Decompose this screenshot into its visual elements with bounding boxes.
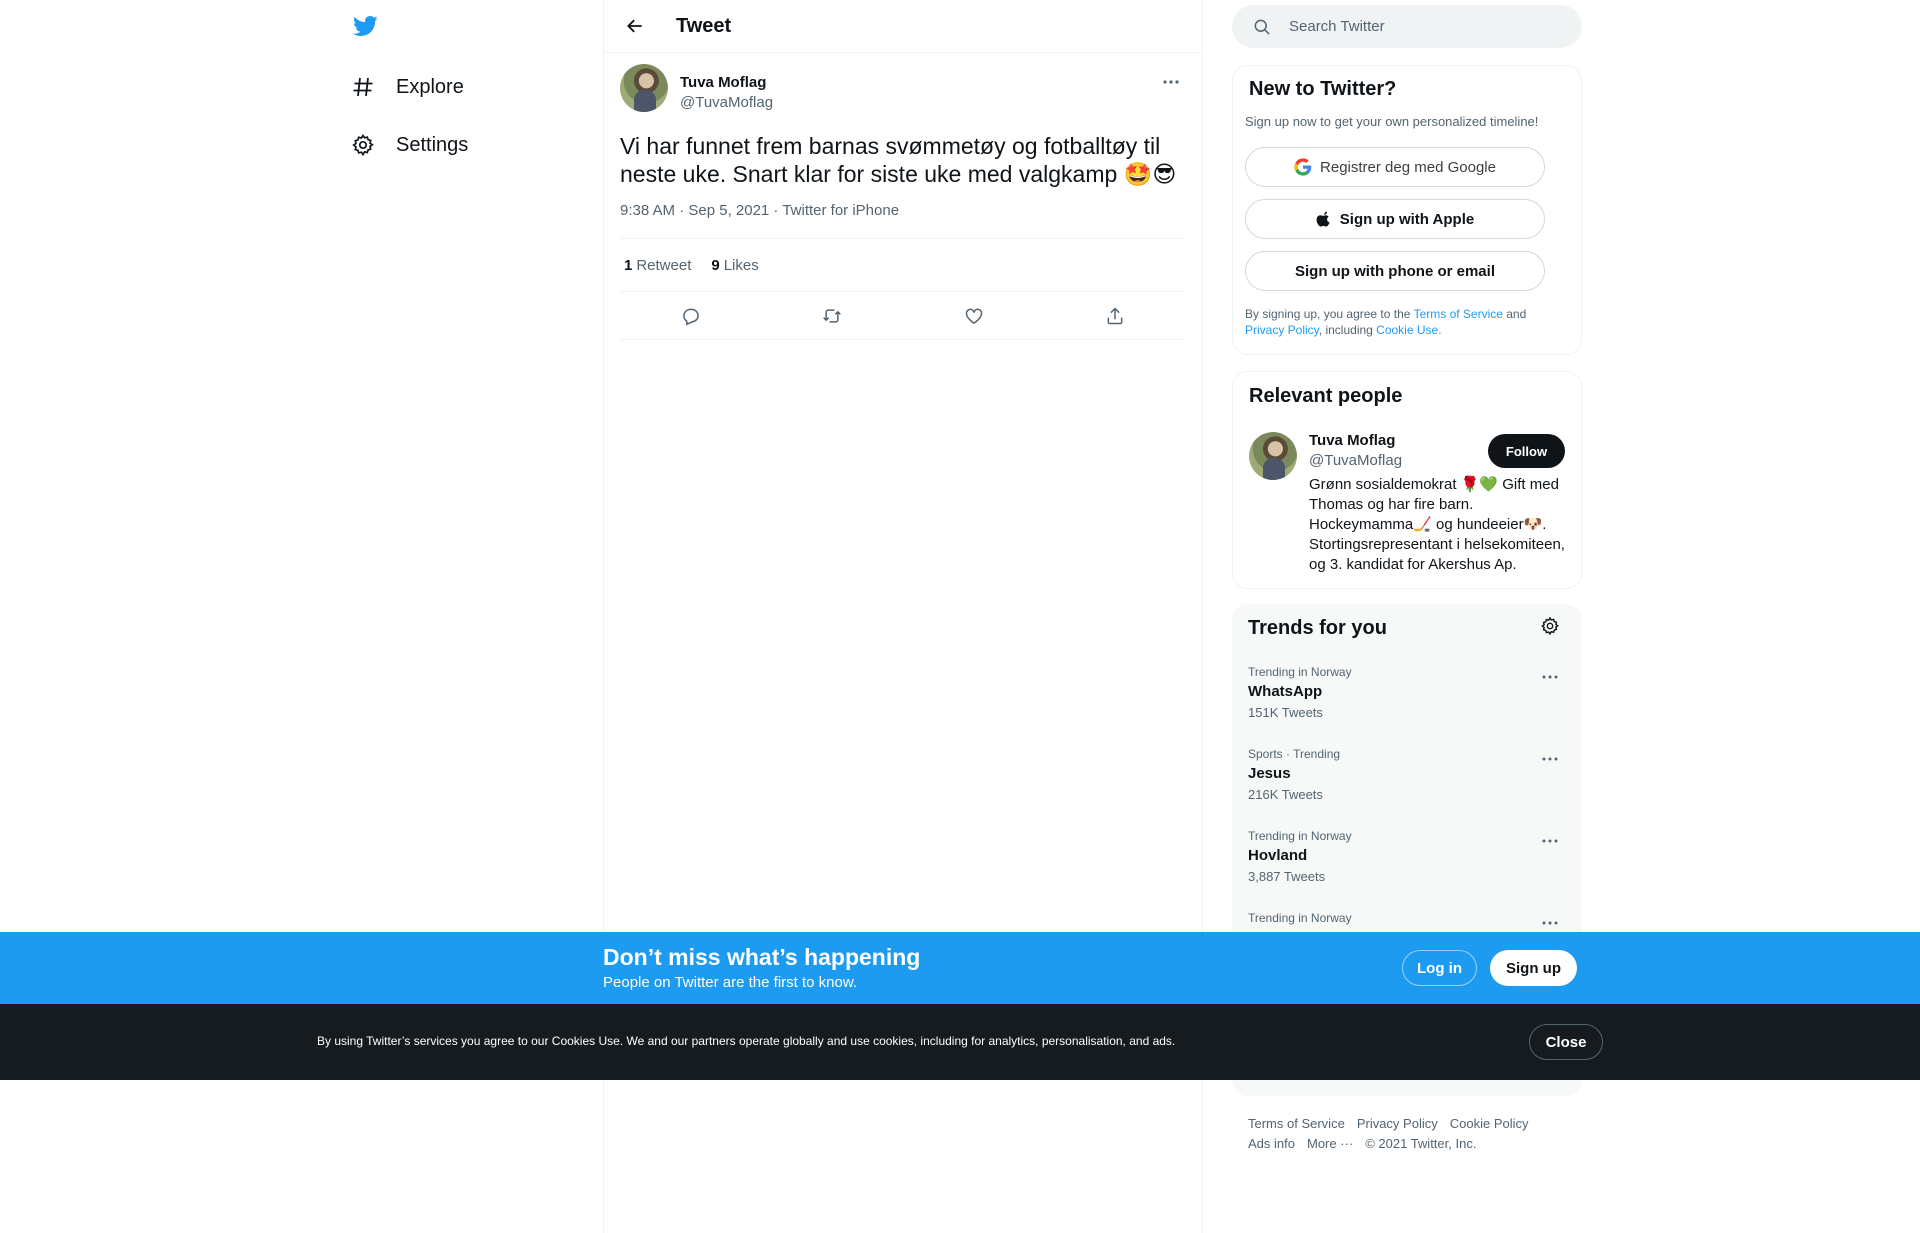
heart-icon	[965, 308, 982, 324]
tweet-stats: 1 Retweet 9 Likes	[620, 239, 1186, 291]
retweet-count-value: 1	[624, 256, 633, 274]
more-dots-icon[interactable]	[1536, 747, 1564, 771]
footer-cookie-link[interactable]: Cookie Policy	[1450, 1114, 1529, 1134]
like-button[interactable]	[956, 298, 992, 334]
footer-terms-link[interactable]: Terms of Service	[1248, 1114, 1345, 1134]
person-name[interactable]: Tuva Moflag	[1309, 432, 1395, 449]
person-bio: Grønn sosialdemokrat 🌹💚 Gift med Thomas …	[1309, 476, 1565, 573]
phone-signup-label: Sign up with phone or email	[1294, 262, 1495, 280]
tweet-header: Tweet	[604, 0, 1202, 53]
cookie-banner: By using Twitter’s services you agree to…	[0, 1004, 1920, 1080]
footer-privacy-link[interactable]: Privacy Policy	[1357, 1114, 1438, 1134]
retweet-count-label: Retweet	[636, 256, 692, 274]
trend-item[interactable]: Trending in Norway Hovland 3,887 Tweets	[1232, 829, 1582, 911]
hashtag-icon	[350, 74, 376, 100]
trend-name: WhatsApp	[1248, 683, 1323, 700]
retweet-icon	[823, 308, 842, 323]
card-title: Trends for you	[1248, 617, 1387, 639]
phone-signup-button[interactable]: Sign up with phone or email	[1245, 251, 1545, 291]
reply-icon	[682, 308, 699, 325]
trend-context: Trending in Norway	[1248, 665, 1352, 679]
cookie-text: By using Twitter’s services you agree to…	[317, 1034, 1176, 1048]
author-name[interactable]: Tuva Moflag	[680, 74, 766, 91]
relevant-people-card: Relevant people Tuva Moflag @TuvaMoflag …	[1232, 371, 1582, 589]
banner-subtitle: People on Twitter are the first to know.	[603, 974, 858, 991]
back-button[interactable]	[617, 8, 653, 44]
privacy-link[interactable]: Privacy Policy	[1245, 323, 1319, 337]
tweet-text: Vi har funnet frem barnas svømmetøy og f…	[620, 133, 1177, 187]
signup-legal-text: By signing up, you agree to the Terms of…	[1245, 306, 1565, 338]
like-count-value: 9	[711, 256, 720, 274]
card-title: Relevant people	[1249, 385, 1403, 407]
follow-button[interactable]: Follow	[1488, 434, 1565, 468]
legal-prefix: By signing up, you agree to the	[1245, 307, 1414, 321]
terms-link[interactable]: Terms of Service	[1414, 307, 1503, 321]
search-icon	[1254, 19, 1270, 35]
avatar[interactable]	[620, 64, 668, 112]
arrow-left-icon	[627, 19, 642, 33]
footer-ads-link[interactable]: Ads info	[1248, 1134, 1295, 1154]
tweet-author: Tuva Moflag @TuvaMoflag	[620, 64, 1186, 128]
nav-settings[interactable]: Settings	[350, 125, 468, 165]
trend-item[interactable]: Trending in Norway WhatsApp 151K Tweets	[1232, 665, 1582, 747]
gear-icon	[350, 132, 376, 158]
cookie-link[interactable]: Cookie Use.	[1376, 323, 1441, 337]
search-input[interactable]	[1289, 18, 1559, 35]
footer-more-link[interactable]: More ···	[1307, 1134, 1353, 1154]
share-button[interactable]	[1097, 298, 1133, 334]
gear-icon[interactable]	[1540, 616, 1564, 640]
tweet-actions	[620, 292, 1186, 340]
apple-icon	[1316, 210, 1332, 228]
footer-copyright: © 2021 Twitter, Inc.	[1365, 1136, 1477, 1151]
trend-count: 3,887 Tweets	[1248, 869, 1326, 884]
apple-signup-label: Sign up with Apple	[1339, 210, 1475, 228]
trend-context: Trending in Norway	[1248, 911, 1352, 925]
login-button[interactable]: Log in	[1402, 950, 1477, 986]
share-icon	[1107, 306, 1123, 324]
card-title: New to Twitter?	[1249, 78, 1397, 100]
retweet-count[interactable]: 1 Retweet	[624, 257, 691, 274]
twitter-bird-icon[interactable]	[350, 13, 382, 41]
trend-count: 216K Tweets	[1248, 787, 1323, 802]
trend-name: Jesus	[1248, 765, 1291, 782]
google-icon	[1294, 158, 1312, 176]
google-signup-button[interactable]: Registrer deg med Google	[1245, 147, 1545, 187]
footer-links: Terms of Service Privacy Policy Cookie Pol…	[1248, 1114, 1578, 1154]
card-subtitle: Sign up now to get your own personalized…	[1245, 114, 1539, 129]
search-bar[interactable]	[1232, 5, 1582, 48]
signup-banner: Don’t miss what’s happening People on Tw…	[0, 932, 1920, 1004]
nav-settings-label: Settings	[396, 133, 469, 156]
trend-count: 151K Tweets	[1248, 705, 1323, 720]
new-to-twitter-card: New to Twitter? Sign up now to get your …	[1232, 65, 1582, 355]
tweet-more-button[interactable]	[1156, 70, 1186, 94]
trend-name: Hovland	[1248, 847, 1308, 864]
legal-and: and	[1502, 307, 1527, 321]
nav-explore-label: Explore	[396, 75, 464, 98]
trend-context: Sports · Trending	[1248, 747, 1341, 761]
retweet-button[interactable]	[814, 298, 850, 334]
close-button[interactable]: Close	[1529, 1024, 1603, 1060]
avatar[interactable]	[1249, 432, 1297, 480]
banner-title: Don’t miss what’s happening	[603, 944, 921, 970]
nav-explore[interactable]: Explore	[350, 67, 464, 107]
trend-context: Trending in Norway	[1248, 829, 1352, 843]
more-dots-icon	[1163, 80, 1179, 84]
author-handle[interactable]: @TuvaMoflag	[680, 94, 773, 111]
google-signup-label: Registrer deg med Google	[1320, 158, 1496, 176]
apple-signup-button[interactable]: Sign up with Apple	[1245, 199, 1545, 239]
legal-including: , including	[1318, 323, 1377, 337]
page-title: Tweet	[676, 14, 732, 37]
reply-button[interactable]	[673, 298, 709, 334]
tweet-timestamp[interactable]: 9:38 AM · Sep 5, 2021 · Twitter for iPho…	[620, 202, 1186, 222]
more-dots-icon[interactable]	[1536, 665, 1564, 689]
like-count-label: Likes	[723, 256, 759, 274]
signup-button[interactable]: Sign up	[1490, 950, 1577, 986]
more-dots-icon[interactable]	[1536, 829, 1564, 853]
trend-item[interactable]: Sports · Trending Jesus 216K Tweets	[1232, 747, 1582, 829]
tweet: Tuva Moflag @TuvaMoflag Vi har funnet fr…	[604, 64, 1202, 340]
like-count[interactable]: 9 Likes	[711, 257, 758, 274]
person-handle[interactable]: @TuvaMoflag	[1309, 452, 1402, 469]
